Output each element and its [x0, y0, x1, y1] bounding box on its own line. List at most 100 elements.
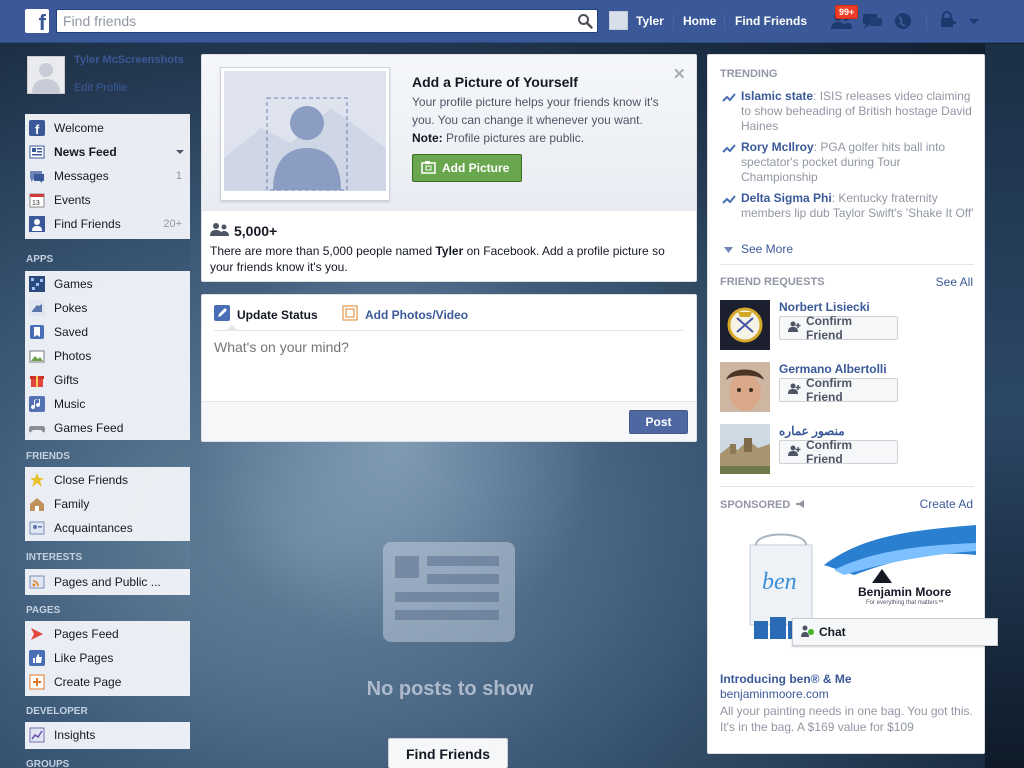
friend-name[interactable]: منصور عماره — [779, 424, 845, 438]
nav-profile-link[interactable]: Tyler — [609, 11, 664, 30]
card-note-label: Note: — [412, 131, 443, 145]
trending-item[interactable]: Islamic state: ISIS releases video claim… — [720, 89, 976, 134]
account-menu-chevron-down-icon[interactable] — [964, 10, 988, 32]
confirm-friend-button[interactable]: Confirm Friend — [779, 314, 898, 342]
photos-icon — [29, 348, 45, 364]
sidebar-item-label: Welcome — [54, 121, 104, 135]
find-friends-icon — [29, 216, 45, 232]
sidebar-profile-name[interactable]: Tyler McScreenshots — [74, 54, 184, 67]
confirm-friend-button[interactable]: Confirm Friend — [779, 438, 898, 466]
sidebar-item-pages-and-public-figures[interactable]: Pages and Public ... — [25, 570, 190, 594]
create-page-icon — [29, 674, 45, 690]
camera-icon — [421, 160, 437, 177]
developer-header: DEVELOPER — [26, 706, 88, 717]
add-friend-icon — [788, 445, 801, 459]
pages-section: Pages Feed Like Pages Create Page — [25, 621, 190, 696]
friend-avatar[interactable] — [720, 424, 770, 474]
status-input[interactable] — [214, 339, 684, 389]
chat-bar[interactable]: Chat — [792, 618, 998, 646]
sidebar-item-find-friends[interactable]: Find Friends 20+ — [25, 212, 190, 236]
news-feed-options-chevron-down-icon[interactable] — [176, 146, 184, 158]
search-icon[interactable] — [577, 13, 593, 29]
sidebar-profile[interactable]: Tyler McScreenshots Edit Profile — [25, 54, 190, 110]
facebook-logo[interactable]: f — [25, 9, 49, 33]
photo-icon — [342, 305, 358, 324]
sidebar-item-news-feed[interactable]: News Feed — [25, 140, 190, 164]
trending-item[interactable]: Delta Sigma Phi: Kentucky fraternity mem… — [720, 191, 976, 221]
nav-home-link[interactable]: Home — [683, 14, 716, 28]
see-more-link[interactable]: See More — [724, 242, 793, 256]
find-friends-button[interactable]: Find Friends — [388, 738, 508, 768]
sidebar-item-gifts[interactable]: Gifts — [25, 368, 190, 392]
sidebar-item-music[interactable]: Music — [25, 392, 190, 416]
tab-add-photos-video[interactable]: Add Photos/Video — [342, 305, 468, 324]
news-feed-icon — [29, 144, 45, 160]
saved-icon — [29, 324, 45, 340]
sidebar-item-saved[interactable]: Saved — [25, 320, 190, 344]
privacy-lock-icon[interactable] — [938, 10, 962, 32]
ad-title[interactable]: Introducing ben® & Me — [720, 672, 852, 686]
people-icon — [210, 222, 230, 239]
sidebar-item-pokes[interactable]: Pokes — [25, 296, 190, 320]
sidebar-item-create-page[interactable]: Create Page — [25, 670, 190, 694]
trending-header: TRENDING — [720, 68, 778, 80]
sidebar-item-label: Close Friends — [54, 473, 129, 487]
confirm-friend-button[interactable]: Confirm Friend — [779, 376, 898, 404]
add-profile-picture-card: Add a Picture of Yourself Your profile p… — [201, 54, 697, 282]
card-title: Add a Picture of Yourself — [412, 74, 578, 90]
trending-topic[interactable]: Delta Sigma Phi — [741, 191, 832, 205]
sidebar-item-acquaintances[interactable]: Acquaintances — [25, 516, 190, 540]
friend-avatar[interactable] — [720, 362, 770, 412]
sidebar-item-games-feed[interactable]: Games Feed — [25, 416, 190, 440]
sidebar-item-label: Games — [54, 277, 93, 291]
profile-avatar[interactable] — [27, 56, 65, 94]
ad-logo-script: ben — [762, 569, 797, 595]
notifications-globe-icon[interactable] — [891, 10, 915, 32]
apps-header: APPS — [26, 254, 54, 265]
create-ad-link[interactable]: Create Ad — [920, 497, 973, 511]
messages-icon — [29, 168, 45, 184]
groups-header: GROUPS — [26, 759, 70, 768]
avatar — [609, 11, 628, 30]
sidebar-item-family[interactable]: Family — [25, 492, 190, 516]
megaphone-icon — [795, 498, 807, 512]
sidebar-item-label: Gifts — [54, 373, 79, 387]
sidebar-item-close-friends[interactable]: Close Friends — [25, 468, 190, 492]
messages-jewel-icon[interactable] — [860, 10, 884, 32]
nav-user-name: Tyler — [636, 13, 664, 28]
profile-silhouette-icon — [224, 71, 386, 191]
sidebar-item-like-pages[interactable]: Like Pages — [25, 646, 190, 670]
nav-find-friends-link[interactable]: Find Friends — [735, 14, 807, 28]
tab-update-status[interactable]: Update Status — [214, 305, 318, 324]
sidebar-item-welcome[interactable]: f Welcome — [25, 116, 190, 140]
svg-text:f: f — [35, 122, 40, 136]
close-icon[interactable]: ✕ — [673, 65, 686, 83]
search-input[interactable] — [57, 10, 567, 32]
svg-text:13: 13 — [32, 200, 40, 207]
friend-request-item: منصور عماره Confirm Friend — [720, 424, 980, 476]
sidebar-item-messages[interactable]: Messages 1 — [25, 164, 190, 188]
sidebar-item-photos[interactable]: Photos — [25, 344, 190, 368]
friend-name[interactable]: Norbert Lisiecki — [779, 300, 870, 314]
trending-item[interactable]: Rory McIlroy: PGA golfer hits ball into … — [720, 140, 976, 185]
chevron-down-icon — [724, 242, 733, 256]
sidebar-item-games[interactable]: Games — [25, 272, 190, 296]
apps-section: Games Pokes Saved Photos Gifts Music Gam… — [25, 271, 190, 440]
post-button[interactable]: Post — [629, 410, 688, 434]
add-picture-button[interactable]: Add Picture — [412, 154, 522, 182]
friend-avatar[interactable] — [720, 300, 770, 350]
trending-topic[interactable]: Rory McIlroy — [741, 140, 814, 154]
see-all-link[interactable]: See All — [936, 275, 973, 289]
family-icon — [29, 496, 45, 512]
status-composer: Update Status Add Photos/Video Post — [201, 294, 697, 442]
sidebar-item-events[interactable]: 13 Events — [25, 188, 190, 212]
sidebar-item-pages-feed[interactable]: Pages Feed — [25, 622, 190, 646]
edit-profile-link[interactable]: Edit Profile — [74, 82, 127, 94]
trending-topic[interactable]: Islamic state — [741, 89, 813, 103]
developer-section: Insights — [25, 722, 190, 749]
ad-url[interactable]: benjaminmoore.com — [720, 687, 829, 701]
sidebar-item-insights[interactable]: Insights — [25, 723, 190, 747]
sidebar-item-label: Like Pages — [54, 651, 114, 665]
friend-name[interactable]: Germano Albertolli — [779, 362, 887, 376]
sidebar-item-label: Events — [54, 193, 91, 207]
